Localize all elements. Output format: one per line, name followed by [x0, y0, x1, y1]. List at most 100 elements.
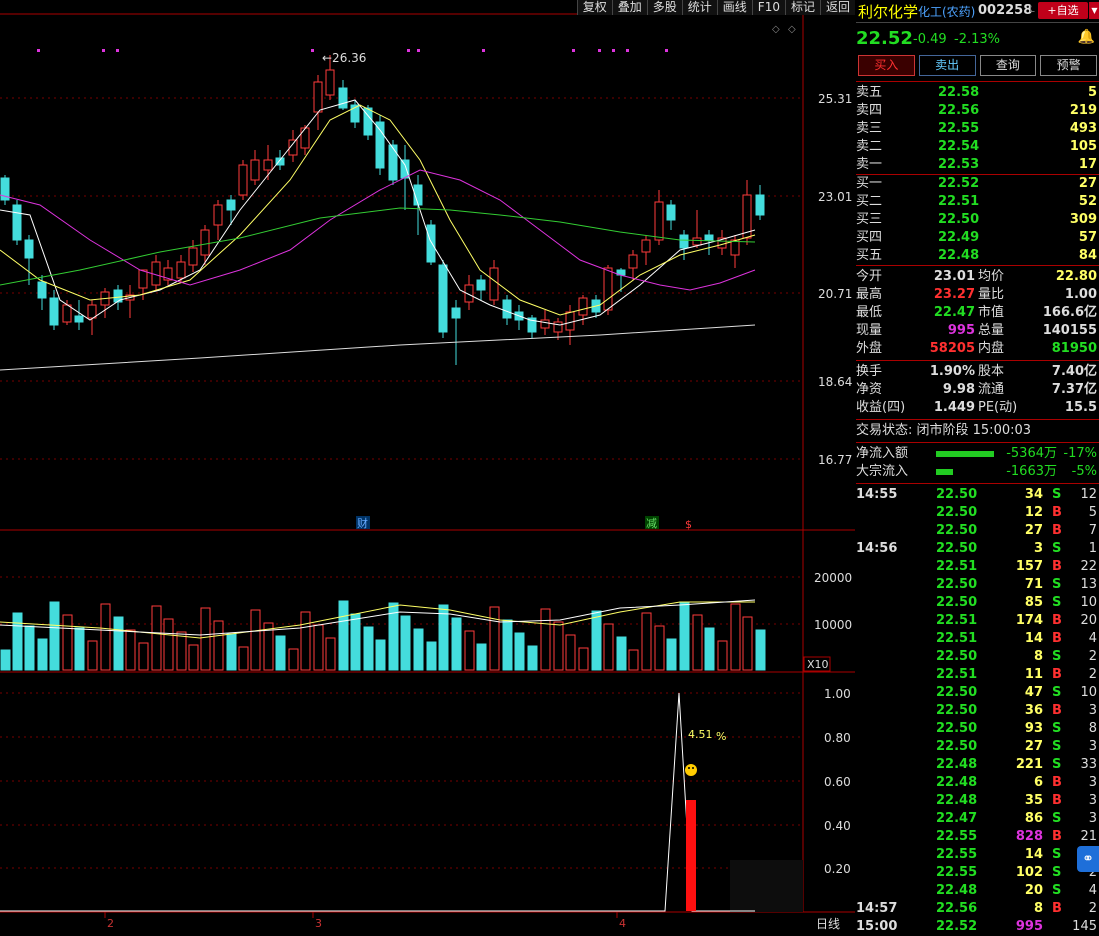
toolbar-btn-2[interactable]: 多股: [646, 0, 682, 15]
volume-bar: [87, 640, 98, 671]
tick-side: S: [1052, 541, 1062, 556]
bid-volume: 57: [1078, 230, 1097, 245]
stat-label: 最高: [856, 287, 883, 302]
volume-bar: [666, 638, 677, 671]
tick-price: 22.51: [936, 559, 978, 574]
sell-button[interactable]: 卖出: [918, 55, 976, 76]
tick-time: 15:00: [856, 919, 898, 934]
diamond-icon: ◇: [772, 24, 780, 35]
volume-bar: [74, 627, 85, 671]
candle-body: [188, 247, 198, 266]
toolbar-btn-1[interactable]: 叠加: [611, 0, 647, 15]
stat-value: 9.98: [942, 382, 975, 397]
tick-row: 22.50 93 S 8: [856, 720, 1099, 738]
stats-secondary: 换手 1.90% 股本 7.40亿 净资 9.98 流通 7.37亿 收益(四) 1.449 PE(…: [856, 361, 1099, 420]
candle-body: [489, 267, 499, 301]
volume-bar: [113, 616, 124, 671]
quote-panel: 利尔化学 化工(农药) 002258 L +自选 ▼ 22.52 -0.49 -2…: [856, 0, 1099, 934]
stat-row: 换手 1.90% 股本 7.40亿: [856, 363, 1099, 381]
tick-price: 22.50: [936, 541, 978, 556]
bid-volume: 84: [1078, 248, 1097, 263]
flow-value: -5364万: [1006, 446, 1057, 461]
tick-side: B: [1052, 631, 1062, 646]
tick-list[interactable]: 14:55 22.50 34 S 12 22.50 12 B 5 22.50 27 B 7 14:56 22…: [856, 484, 1099, 936]
tick-row: 22.50 27 S 3: [856, 738, 1099, 756]
candle-body: [438, 264, 448, 333]
chevron-down-icon[interactable]: ▼: [1089, 2, 1099, 19]
stat-row: 收益(四) 1.449 PE(动) 15.5: [856, 399, 1099, 417]
tick-price: 22.52: [936, 919, 978, 934]
tick-count: 12: [1080, 487, 1097, 502]
tick-volume: 174: [1015, 613, 1043, 628]
volume-tick-label: 10000: [814, 618, 852, 632]
toolbar-btn-7[interactable]: 返回: [819, 0, 855, 15]
stat-value: 995: [947, 323, 975, 338]
candle-body: [325, 69, 335, 96]
alert-button[interactable]: 预警: [1040, 55, 1097, 76]
tick-price: 22.48: [936, 793, 978, 808]
x-tick-label: 4: [619, 917, 626, 930]
volume-bar: [591, 610, 602, 671]
stat-row: 今开 23.01 均价 22.80: [856, 268, 1099, 286]
bell-icon[interactable]: 🔔: [1078, 29, 1095, 45]
candle-body: [226, 199, 236, 211]
bid-row[interactable]: 买五 22.48 84: [856, 247, 1099, 265]
tick-volume: 8: [1033, 649, 1043, 664]
candle-body: [730, 239, 740, 256]
bid-row[interactable]: 买一 22.52 27: [856, 175, 1099, 193]
tick-volume: 102: [1015, 865, 1043, 880]
tick-price: 22.51: [936, 631, 978, 646]
toolbar-btn-0[interactable]: 复权: [576, 0, 612, 15]
ask-row[interactable]: 卖五 22.58 5: [856, 84, 1099, 102]
ask-row[interactable]: 卖三 22.55 493: [856, 120, 1099, 138]
tick-side: S: [1052, 811, 1062, 826]
tick-count: 10: [1080, 685, 1097, 700]
query-button[interactable]: 查询: [979, 55, 1037, 76]
tick-price: 22.50: [936, 685, 978, 700]
bid-row[interactable]: 买三 22.50 309: [856, 211, 1099, 229]
candle-body: [138, 269, 148, 289]
bid-price: 22.50: [938, 212, 980, 227]
kline-chart[interactable]: 25.31 23.01 20.71 18.64 16.77 20000 10000 X10 1.…: [0, 0, 855, 932]
tick-price: 22.48: [936, 757, 978, 772]
tick-price: 22.51: [936, 667, 978, 682]
bid-row[interactable]: 买四 22.49 57: [856, 229, 1099, 247]
tick-volume: 27: [1024, 739, 1043, 754]
chart-area[interactable]: 25.31 23.01 20.71 18.64 16.77 20000 10000 X10 1.…: [0, 0, 855, 932]
volume-bar: [464, 630, 475, 671]
ask-volume: 5: [1087, 85, 1097, 100]
buy-button[interactable]: 买入: [858, 55, 915, 76]
volume-bar: [313, 624, 324, 671]
ask-row[interactable]: 卖一 22.53 17: [856, 156, 1099, 174]
volume-bar: [363, 626, 374, 671]
tick-price: 22.50: [936, 721, 978, 736]
tick-side: S: [1052, 595, 1062, 610]
signal-dot: [598, 49, 601, 52]
volume-bar: [238, 646, 249, 671]
x-tick-label: 3: [315, 917, 322, 930]
volume-bar: [325, 637, 336, 671]
volume-bar: [400, 615, 411, 671]
toolbar-btn-6[interactable]: 标记: [784, 0, 820, 15]
bid-volume: 27: [1078, 176, 1097, 191]
bid-label: 买四: [856, 230, 883, 245]
shade-box: [730, 860, 803, 912]
volume-bar: [413, 628, 424, 671]
tick-price: 22.50: [936, 649, 978, 664]
tick-count: 4: [1088, 631, 1097, 646]
tick-count: 3: [1088, 739, 1097, 754]
stat-row: 净资 9.98 流通 7.37亿: [856, 381, 1099, 399]
tick-side: B: [1052, 703, 1062, 718]
ask-row[interactable]: 卖四 22.56 219: [856, 102, 1099, 120]
indicator-line: [0, 692, 755, 912]
ask-row[interactable]: 卖二 22.54 105: [856, 138, 1099, 156]
toolbar-btn-5[interactable]: F10: [751, 0, 785, 15]
tick-volume: 3: [1033, 541, 1043, 556]
candle-body: [476, 279, 486, 291]
add-watchlist-button[interactable]: +自选 ▼: [1038, 2, 1099, 19]
toolbar-btn-3[interactable]: 统计: [681, 0, 717, 15]
link-icon[interactable]: ⚭: [1077, 846, 1099, 872]
toolbar-btn-4[interactable]: 画线: [716, 0, 752, 15]
bid-row[interactable]: 买二 22.51 52: [856, 193, 1099, 211]
stock-industry-tag[interactable]: 化工(农药): [918, 3, 975, 20]
